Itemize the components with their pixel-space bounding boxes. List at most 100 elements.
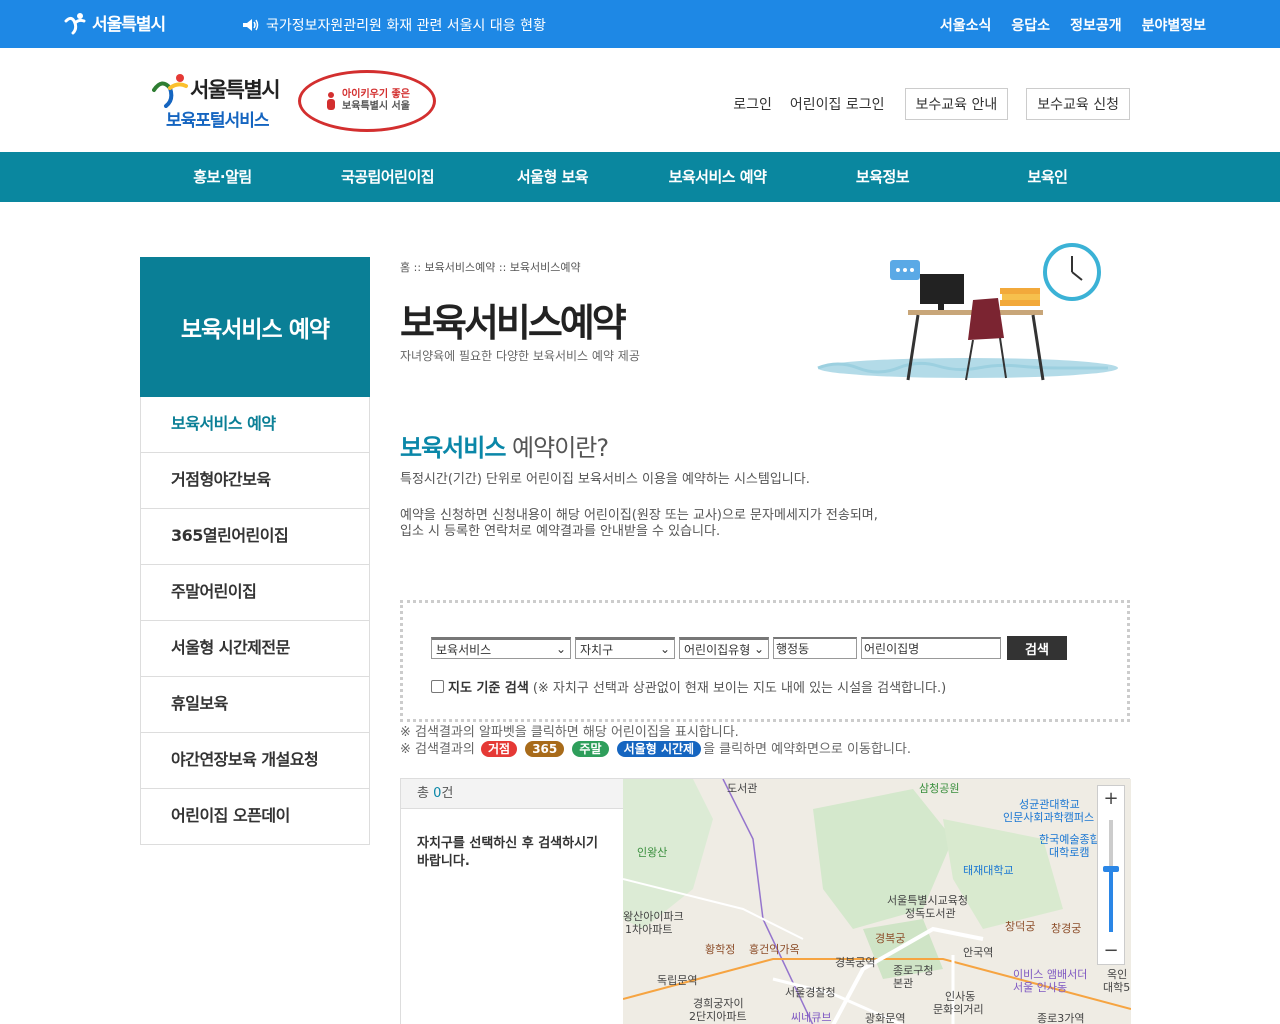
brand-city: 서울특별시 bbox=[190, 78, 281, 102]
map-label[interactable]: 홍건익가옥 bbox=[749, 944, 800, 956]
seoul-logo[interactable]: 서울특별시 bbox=[62, 10, 166, 35]
notice-text: 국가정보자원관리원 화재 관련 서울시 대응 현황 bbox=[266, 18, 546, 34]
chevron-down-icon: ⌄ bbox=[659, 642, 670, 656]
zoom-control: + − bbox=[1097, 785, 1125, 965]
training-apply-button[interactable]: 보수교육 신청 bbox=[1026, 88, 1130, 120]
district-select[interactable]: 자치구 ⌄ bbox=[575, 637, 675, 659]
site-header: 서울특별시 보육포털서비스 아이키우기 좋은 보육특별시 서울 로그인 어린이집… bbox=[0, 48, 1280, 152]
result-message: 자치구를 선택하신 후 검색하시기 바랍니다. bbox=[417, 836, 599, 869]
util-link-news[interactable]: 서울소식 bbox=[940, 15, 992, 35]
util-link-field-info[interactable]: 분야별정보 bbox=[1142, 15, 1206, 35]
side-item-night-care[interactable]: 거점형야간보육 bbox=[140, 453, 370, 509]
map-label[interactable]: 대학로캠 bbox=[1049, 847, 1089, 859]
map-label[interactable]: 2단지아파트 bbox=[689, 1011, 747, 1023]
service-select[interactable]: 보육서비스 ⌄ bbox=[431, 637, 571, 659]
page-title: 보육서비스예약 bbox=[400, 301, 627, 345]
seoul-logo-text: 서울특별시 bbox=[92, 15, 166, 35]
side-nav-title: 보육서비스 예약 bbox=[140, 257, 370, 397]
breadcrumb: 홈 :: 보육서비스예약 :: 보육서비스예약 bbox=[400, 261, 581, 274]
nav-promotion[interactable]: 홍보·알림 bbox=[140, 152, 305, 202]
side-item-365-daycare[interactable]: 365열린어린이집 bbox=[140, 509, 370, 565]
district-select-value: 자치구 bbox=[580, 642, 614, 657]
note-line-2: ※ 검색결과의 거점 365 주말 서울형 시간제 을 클릭하면 예약화면으로 이… bbox=[400, 741, 911, 758]
map-label[interactable]: 대학5 bbox=[1103, 982, 1130, 994]
map-label[interactable]: 경복궁역 bbox=[835, 957, 875, 969]
map-label[interactable]: 서울 인사동 bbox=[1013, 982, 1067, 994]
count-suffix: 건 bbox=[441, 786, 454, 801]
badge-line1: 아이키우기 좋은 bbox=[342, 89, 410, 100]
utility-nav: 서울소식 응답소 정보공개 분야별정보 bbox=[940, 15, 1206, 35]
nav-care-info[interactable]: 보육정보 bbox=[800, 152, 965, 202]
daycare-name-input[interactable]: 어린이집명 bbox=[861, 637, 1001, 659]
map-label[interactable]: 인문사회과학캠퍼스 bbox=[1003, 812, 1094, 824]
map-label[interactable]: 이비스 앰배서더 bbox=[1013, 969, 1087, 981]
map-label[interactable]: 독립문역 bbox=[657, 975, 697, 987]
map-label[interactable]: 종로3가역 bbox=[1037, 1013, 1084, 1024]
nav-service-reservation[interactable]: 보육서비스 예약 bbox=[635, 152, 800, 202]
note-line-2-prefix: ※ 검색결과의 bbox=[400, 742, 475, 757]
zoom-in-button[interactable]: + bbox=[1098, 786, 1124, 812]
map-search-label[interactable]: 지도 기준 검색 bbox=[448, 677, 529, 696]
util-link-response[interactable]: 응답소 bbox=[1011, 15, 1050, 35]
map-label[interactable]: 창경궁 bbox=[1051, 923, 1081, 935]
map-label[interactable]: 정독도서관 bbox=[905, 908, 956, 920]
map-label[interactable]: 한국예술종합 bbox=[1039, 834, 1100, 846]
map-label[interactable]: 광화문역 bbox=[865, 1013, 905, 1024]
map-label[interactable]: 씨네큐브 bbox=[791, 1012, 831, 1024]
training-info-button[interactable]: 보수교육 안내 bbox=[904, 88, 1009, 120]
util-link-info-disclosure[interactable]: 정보공개 bbox=[1070, 15, 1122, 35]
map-label[interactable]: 인왕산 bbox=[637, 847, 667, 859]
side-item-open-day[interactable]: 어린이집 오픈데이 bbox=[140, 789, 370, 845]
note-line-1: ※ 검색결과의 알파벳을 클릭하면 해당 어린이집을 표시합니다. bbox=[400, 725, 739, 740]
map-label[interactable]: 서울특별시교육청 bbox=[887, 895, 968, 907]
side-item-service-reservation[interactable]: 보육서비스 예약 bbox=[140, 397, 370, 453]
map-label[interactable]: 안국역 bbox=[963, 947, 993, 959]
search-button[interactable]: 검색 bbox=[1007, 636, 1067, 660]
side-item-extended-request[interactable]: 야간연장보육 개설요청 bbox=[140, 733, 370, 789]
side-item-weekend-daycare[interactable]: 주말어린이집 bbox=[140, 565, 370, 621]
desc-line-2: 예약을 신청하면 신청내용이 해당 어린이집(원장 또는 교사)으로 문자메세지… bbox=[400, 508, 878, 523]
map-label[interactable]: 성균관대학교 bbox=[1019, 799, 1080, 811]
map-label[interactable]: 삼청공원 bbox=[919, 783, 959, 795]
section-title: 보육서비스 예약이란? bbox=[400, 428, 609, 463]
side-item-holiday-care[interactable]: 휴일보육 bbox=[140, 677, 370, 733]
description: 특정시간(기간) 단위로 어린이집 보육서비스 이용을 예약하는 시스템입니다.… bbox=[400, 472, 878, 540]
map-label[interactable]: 태재대학교 bbox=[963, 865, 1014, 877]
nav-national-daycare[interactable]: 국공립어린이집 bbox=[305, 152, 470, 202]
login-link[interactable]: 로그인 bbox=[733, 94, 772, 114]
chevron-down-icon: ⌄ bbox=[555, 642, 566, 656]
map-search-checkbox[interactable] bbox=[431, 680, 444, 693]
map-label[interactable]: 본관 bbox=[893, 978, 913, 990]
map-label[interactable]: 인사동 bbox=[945, 991, 975, 1003]
map-label[interactable]: 옥인 bbox=[1107, 969, 1127, 981]
map-label[interactable]: 문화의거리 bbox=[933, 1004, 984, 1016]
count-prefix: 총 bbox=[417, 786, 434, 801]
brand-logo[interactable]: 서울특별시 보육포털서비스 bbox=[152, 72, 282, 132]
desk-illustration bbox=[817, 243, 1118, 381]
nav-care-workers[interactable]: 보육인 bbox=[965, 152, 1130, 202]
map-label[interactable]: 창덕궁 bbox=[1005, 921, 1035, 933]
map-label[interactable]: 경희궁자이 bbox=[693, 998, 744, 1010]
nav-seoul-care[interactable]: 서울형 보육 bbox=[470, 152, 635, 202]
map-label[interactable]: 종로구청 bbox=[893, 965, 933, 977]
dong-input[interactable]: 행정동 bbox=[773, 637, 857, 659]
map-view[interactable]: 도서관 삼청공원 성균관대학교 인문사회과학캠퍼스 한국예술종합 대학로캠 인왕… bbox=[623, 779, 1131, 1024]
brand-service: 보육포털서비스 bbox=[166, 111, 269, 131]
side-nav: 보육서비스 예약 보육서비스 예약 거점형야간보육 365열린어린이집 주말어린… bbox=[140, 257, 370, 845]
daycare-login-link[interactable]: 어린이집 로그인 bbox=[790, 94, 885, 114]
side-item-seoul-hourly[interactable]: 서울형 시간제전문 bbox=[140, 621, 370, 677]
map-label[interactable]: 경복궁 bbox=[875, 933, 905, 945]
top-bar: 서울특별시 국가정보자원관리원 화재 관련 서울시 대응 현황 서울소식 응답소… bbox=[0, 0, 1280, 48]
speaker-icon bbox=[243, 19, 259, 31]
notice-banner[interactable]: 국가정보자원관리원 화재 관련 서울시 대응 현황 bbox=[242, 15, 546, 35]
map-label[interactable]: 1차아파트 bbox=[625, 924, 672, 936]
badge-line2: 보육특별시 서울 bbox=[342, 101, 410, 112]
zoom-slider-handle[interactable] bbox=[1103, 866, 1119, 872]
map-label[interactable]: 서울경찰청 bbox=[785, 987, 836, 999]
zoom-out-button[interactable]: − bbox=[1098, 938, 1124, 964]
map-label[interactable]: 왕산아이파크 bbox=[623, 911, 684, 923]
map-label[interactable]: 도서관 bbox=[727, 783, 757, 795]
daycare-type-select[interactable]: 어린이집유형 ⌄ bbox=[679, 637, 769, 659]
header-links: 로그인 어린이집 로그인 보수교육 안내 보수교육 신청 bbox=[733, 88, 1130, 120]
map-label[interactable]: 황학정 bbox=[705, 944, 735, 956]
